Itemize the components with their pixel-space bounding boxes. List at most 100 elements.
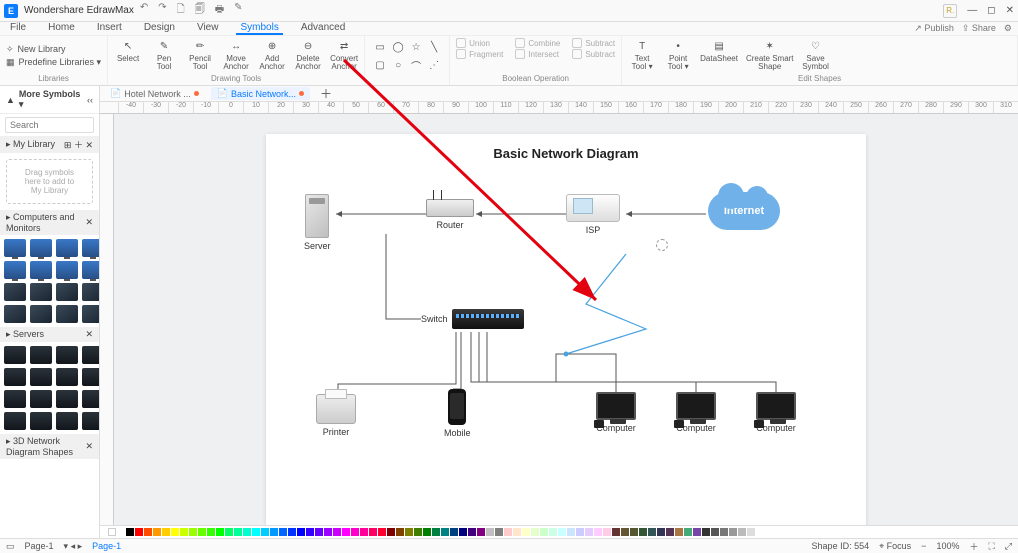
section-header[interactable]: ▸ 3D Network Diagram Shapes✕	[0, 434, 99, 459]
redo-icon[interactable]: ↷	[158, 2, 166, 19]
tool-add[interactable]: ⊕Add Anchor	[258, 38, 286, 71]
symbol-thumbnail[interactable]	[30, 283, 52, 301]
edit-text[interactable]: TText Tool ▾	[628, 38, 656, 71]
page-indicator-icon[interactable]: ▭	[6, 541, 15, 552]
symbol-thumbnail[interactable]	[30, 368, 52, 386]
color-swatch[interactable]	[540, 528, 548, 536]
symbol-thumbnail[interactable]	[4, 239, 26, 257]
library-dropzone[interactable]: Drag symbols here to add to My Library	[6, 159, 93, 204]
node-comp1[interactable]: Computer	[596, 392, 636, 433]
symbol-thumbnail[interactable]	[4, 283, 26, 301]
publish-button[interactable]: ↗ Publish	[914, 23, 954, 34]
color-swatch[interactable]	[270, 528, 278, 536]
color-swatch[interactable]	[450, 528, 458, 536]
symbol-thumbnail[interactable]	[4, 412, 26, 430]
symbol-thumbnail[interactable]	[82, 412, 100, 430]
node-server[interactable]: Server	[304, 194, 331, 251]
user-badge[interactable]: R.	[943, 4, 957, 18]
open-icon[interactable]: 🗐	[195, 2, 205, 19]
node-isp[interactable]: ISP	[566, 194, 620, 235]
page-label[interactable]: Page-1	[25, 541, 54, 551]
tool-pencil[interactable]: ✏Pencil Tool	[186, 38, 214, 71]
color-swatch[interactable]	[441, 528, 449, 536]
zoom-out-button[interactable]: −	[921, 541, 926, 551]
color-swatch[interactable]	[621, 528, 629, 536]
symbol-thumbnail[interactable]	[82, 305, 100, 323]
color-swatch[interactable]	[117, 528, 125, 536]
color-swatch[interactable]	[711, 528, 719, 536]
bool-intersect[interactable]: Intersect	[515, 49, 560, 59]
section-header[interactable]: ▸ Servers✕	[0, 327, 99, 342]
color-swatch[interactable]	[459, 528, 467, 536]
shape-cell-2[interactable]: ☆	[409, 40, 423, 54]
color-swatch[interactable]	[324, 528, 332, 536]
node-router[interactable]: Router	[426, 199, 474, 230]
color-swatch[interactable]	[351, 528, 359, 536]
color-swatch[interactable]	[531, 528, 539, 536]
color-swatch[interactable]	[738, 528, 746, 536]
color-swatch[interactable]	[342, 528, 350, 536]
share-button[interactable]: ⇪ Share	[962, 23, 996, 34]
document-tab[interactable]: 📄Hotel Network ...	[104, 87, 205, 100]
color-swatch[interactable]	[369, 528, 377, 536]
symbol-thumbnail[interactable]	[56, 305, 78, 323]
color-swatch[interactable]	[198, 528, 206, 536]
color-swatch[interactable]	[126, 528, 134, 536]
color-swatch[interactable]	[261, 528, 269, 536]
color-swatch[interactable]	[729, 528, 737, 536]
color-swatch[interactable]	[378, 528, 386, 536]
menu-file[interactable]: File	[6, 22, 30, 35]
bool-union[interactable]: Union	[456, 38, 503, 48]
color-swatch[interactable]	[594, 528, 602, 536]
symbol-thumbnail[interactable]	[4, 261, 26, 279]
color-swatch[interactable]	[486, 528, 494, 536]
symbol-thumbnail[interactable]	[56, 261, 78, 279]
new-tab-button[interactable]: ＋	[316, 85, 336, 102]
color-swatch[interactable]	[576, 528, 584, 536]
node-comp2[interactable]: Computer	[676, 392, 716, 433]
node-switch[interactable]: Switch	[421, 309, 524, 329]
color-swatch[interactable]	[702, 528, 710, 536]
symbol-thumbnail[interactable]	[4, 305, 26, 323]
tool-delete[interactable]: ⊖Delete Anchor	[294, 38, 322, 71]
symbol-thumbnail[interactable]	[30, 346, 52, 364]
color-swatch[interactable]	[225, 528, 233, 536]
symbol-thumbnail[interactable]	[30, 412, 52, 430]
symbol-thumbnail[interactable]	[56, 239, 78, 257]
color-swatch[interactable]	[603, 528, 611, 536]
color-swatch[interactable]	[144, 528, 152, 536]
drawing-page[interactable]: Basic Network Diagram	[266, 134, 866, 525]
color-swatch[interactable]	[639, 528, 647, 536]
shape-cell-4[interactable]: ▢	[373, 58, 387, 72]
bool-subtract[interactable]: Subtract	[572, 38, 615, 48]
symbol-thumbnail[interactable]	[4, 346, 26, 364]
color-swatch[interactable]	[567, 528, 575, 536]
symbol-thumbnail[interactable]	[56, 346, 78, 364]
color-swatch[interactable]	[675, 528, 683, 536]
edit-create smart[interactable]: ✶Create Smart Shape	[746, 38, 794, 71]
tool-move[interactable]: ↔Move Anchor	[222, 38, 250, 71]
color-swatch[interactable]	[549, 528, 557, 536]
color-swatch[interactable]	[171, 528, 179, 536]
library-actions[interactable]: ⊞ ＋ ✕	[64, 138, 93, 151]
symbol-thumbnail[interactable]	[82, 346, 100, 364]
zoom-level[interactable]: 100%	[936, 541, 959, 551]
minimize-button[interactable]: —	[967, 5, 977, 16]
color-swatch[interactable]	[558, 528, 566, 536]
color-swatch[interactable]	[504, 528, 512, 536]
color-swatch[interactable]	[135, 528, 143, 536]
close-button[interactable]: ✕	[1006, 5, 1014, 16]
color-swatch[interactable]	[522, 528, 530, 536]
shape-cell-3[interactable]: ╲	[427, 40, 441, 54]
tool-convert[interactable]: ⇄Convert Anchor	[330, 38, 358, 71]
color-swatch[interactable]	[333, 528, 341, 536]
node-printer[interactable]: Printer	[316, 394, 356, 437]
symbol-thumbnail[interactable]	[56, 390, 78, 408]
shape-cell-6[interactable]: ⌒	[409, 58, 423, 72]
color-swatch[interactable]	[648, 528, 656, 536]
menu-design[interactable]: Design	[140, 22, 179, 35]
color-swatch[interactable]	[288, 528, 296, 536]
symbol-search[interactable]: 🔍 ▾	[5, 117, 94, 133]
symbol-thumbnail[interactable]	[30, 261, 52, 279]
color-swatch[interactable]	[513, 528, 521, 536]
